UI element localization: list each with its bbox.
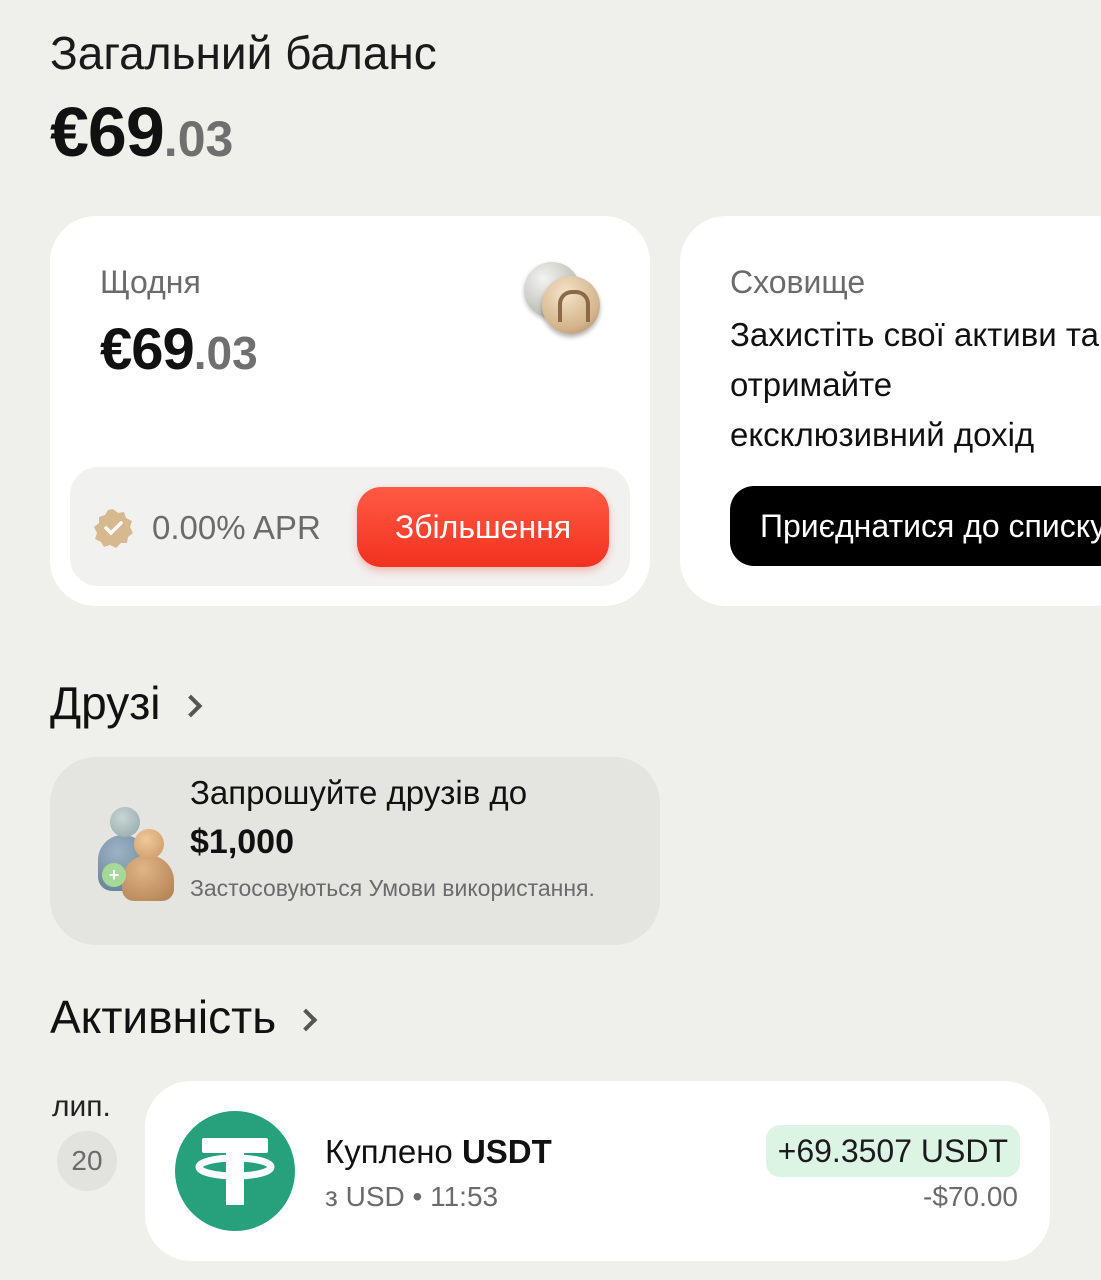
friends-section-title[interactable]: Друзі (50, 676, 202, 730)
friends-title-text: Друзі (50, 677, 161, 729)
apr-bar: 0.00% APR Збільшення (70, 467, 630, 586)
transaction-fiat-amount: -$70.00 (923, 1181, 1018, 1212)
total-balance-whole: €69 (50, 93, 165, 171)
transaction-row[interactable]: Куплено USDT з USD • 11:53 +69.3507 USDT… (145, 1081, 1050, 1261)
vault-card[interactable]: Сховище Захистіть свої активи та отримай… (680, 216, 1101, 606)
total-balance-decimal: .03 (163, 111, 234, 167)
apr-text: 0.00% APR (152, 509, 321, 546)
increase-button[interactable]: Збільшення (357, 487, 609, 567)
activity-title-text: Активність (50, 991, 277, 1043)
chevron-right-icon (179, 694, 202, 718)
invite-reward-amount: $1,000 (190, 823, 294, 861)
daily-savings-card[interactable]: Щодня €69.03 0.00% APR Збільшення (50, 216, 650, 606)
transaction-asset: USDT (461, 1133, 552, 1170)
activity-section-title[interactable]: Активність (50, 990, 318, 1044)
transaction-amount: +69.3507 USDT (765, 1125, 1020, 1177)
invite-friends-card[interactable]: + Запрошуйте друзів до $1,000 Застосовую… (50, 757, 660, 945)
daily-amount-decimal: .03 (193, 327, 258, 379)
gold-coin (542, 276, 600, 334)
daily-amount-whole: €69 (100, 317, 195, 382)
total-balance-amount[interactable]: €69.03 (50, 92, 233, 172)
daily-amount: €69.03 (100, 316, 258, 383)
verified-badge-icon (94, 509, 133, 548)
vault-description: Захистіть свої активи та отримайте екскл… (730, 316, 1099, 453)
transaction-subtitle: з USD • 11:53 (325, 1181, 499, 1212)
join-waitlist-button[interactable]: Приєднатися до списку (730, 486, 1101, 566)
plus-icon: + (102, 863, 126, 887)
figure-body (122, 855, 174, 901)
total-balance-label: Загальний баланс (50, 27, 437, 79)
friends-illustration-icon: + (92, 807, 178, 901)
chevron-right-icon (294, 1008, 318, 1032)
tether-icon (175, 1111, 295, 1231)
coins-icon (522, 260, 602, 336)
date-day: 20 (57, 1131, 117, 1191)
figure-head (134, 829, 164, 859)
date-month: лип. (52, 1090, 111, 1123)
home-screen: Загальний баланс €69.03 Щодня €69.03 0.0… (0, 0, 1101, 1280)
transaction-action: Куплено (325, 1133, 462, 1170)
vault-label: Сховище (730, 264, 866, 300)
transaction-title: Куплено USDT (325, 1133, 552, 1171)
terms-text[interactable]: Застосовуються Умови використання. (190, 871, 610, 905)
figure-head (110, 807, 140, 837)
daily-label: Щодня (100, 264, 201, 300)
invite-text: Запрошуйте друзів до (190, 774, 528, 811)
